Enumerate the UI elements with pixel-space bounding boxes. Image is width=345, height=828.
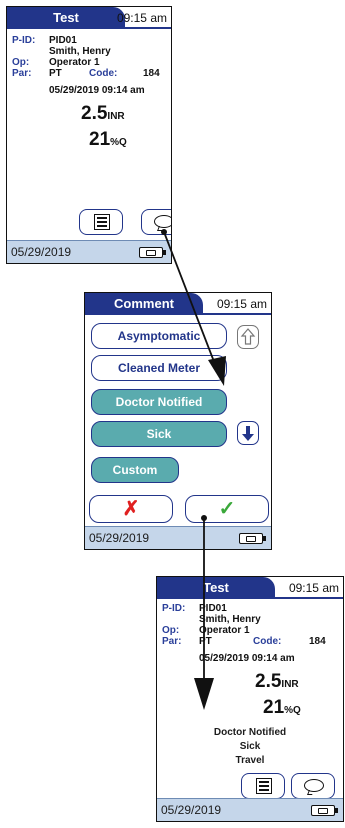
arrow-comment-to-selection	[161, 229, 226, 386]
flow-arrows	[161, 229, 226, 710]
arrow-confirm-to-result	[194, 515, 214, 710]
